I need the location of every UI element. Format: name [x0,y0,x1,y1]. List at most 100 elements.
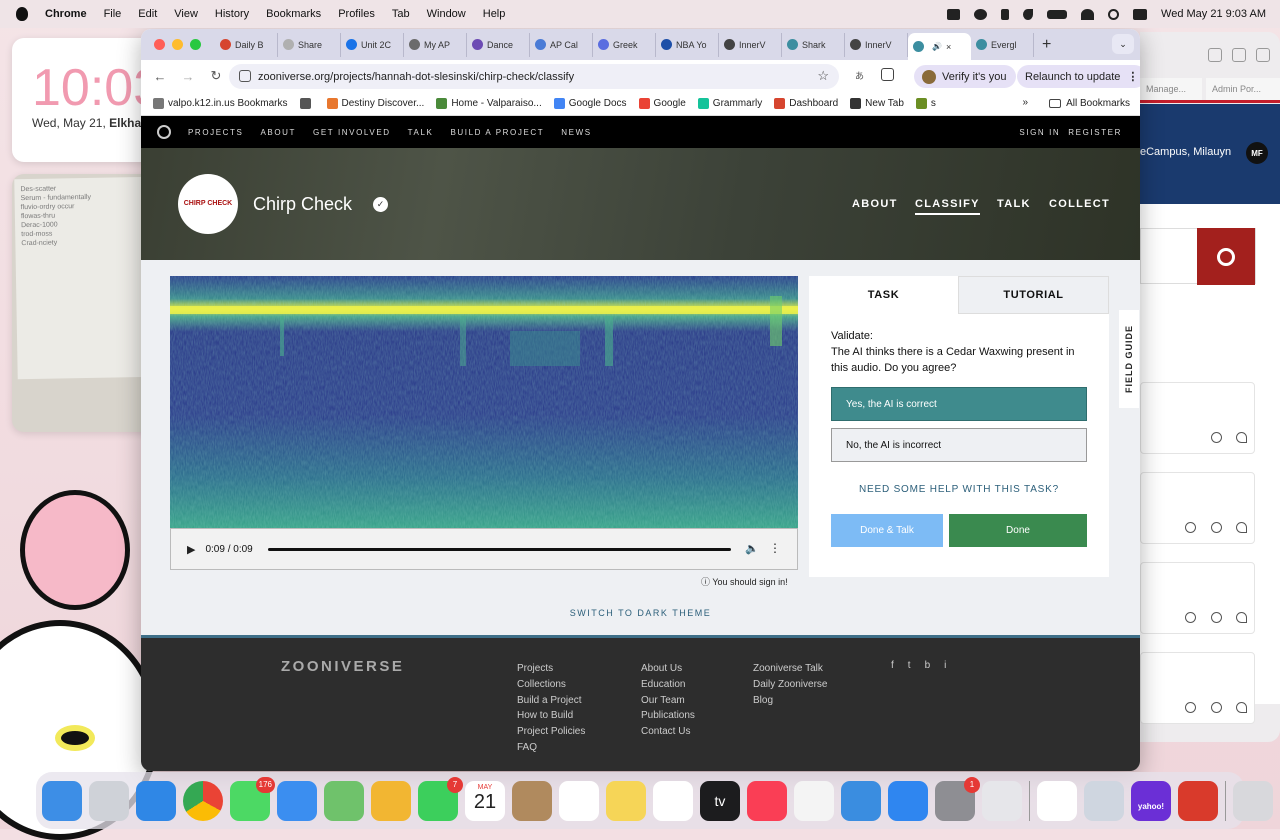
location-icon[interactable] [1185,702,1196,713]
footer-link[interactable]: Contact Us [641,724,695,740]
appstore-icon[interactable] [888,780,928,821]
footer-link[interactable]: About Us [641,661,695,677]
netflix-icon[interactable] [1037,780,1077,821]
calendar-icon[interactable]: MAY 21 [465,780,505,821]
bookmark-item[interactable]: Home - Valparaiso... [436,98,542,109]
messages-icon[interactable]: 176 [230,776,275,821]
footer-logo[interactable]: ZOONIVERSE [281,658,404,675]
menu-bookmarks[interactable]: Bookmarks [266,8,321,20]
nav-build-a-project[interactable]: BUILD A PROJECT [450,128,544,137]
menu-edit[interactable]: Edit [138,8,157,20]
site-info-icon[interactable] [239,70,251,82]
footer-link[interactable]: Projects [517,661,585,677]
close-window-button[interactable] [154,39,165,50]
browser-tab[interactable]: Share [278,32,341,57]
bookmark-item[interactable]: Grammarly [697,98,762,109]
footer-link[interactable]: Project Policies [517,724,585,740]
iphone-mirroring-icon[interactable] [982,780,1022,821]
menu-profiles[interactable]: Profiles [338,8,375,20]
menu-window[interactable]: Window [427,8,466,20]
browser-tab[interactable]: Shark [782,32,845,57]
menu-history[interactable]: History [215,8,249,20]
audio-playing-icon[interactable]: 🔊 [932,42,942,51]
new-tab-button[interactable]: + [1042,36,1051,54]
bg-card[interactable] [1140,472,1255,544]
done-and-talk-button[interactable]: Done & Talk [831,514,943,547]
bookmark-item[interactable]: valpo.k12.in.us Bookmarks [153,98,288,109]
bg-tab[interactable]: Manage... [1140,78,1202,100]
project-nav-about[interactable]: ABOUT [852,198,898,210]
menu-tab[interactable]: Tab [392,8,410,20]
nav-get-involved[interactable]: GET INVOLVED [313,128,391,137]
browser-tab[interactable]: My AP [404,32,467,57]
menu-clock[interactable]: Wed May 21 9:03 AM [1161,8,1266,20]
footer-link[interactable]: How to Build [517,708,585,724]
back-button[interactable]: ← [151,69,169,84]
project-nav-classify[interactable]: CLASSIFY [915,198,980,215]
kebab-menu-icon[interactable]: ⋮ [769,541,781,555]
bookmark-item[interactable]: Destiny Discover... [326,98,424,109]
nav-news[interactable]: NEWS [561,128,591,137]
sign-in-link[interactable]: SIGN IN [1019,128,1060,137]
play-icon[interactable]: ▶ [187,543,195,556]
tab-search-button[interactable]: ⌄ [1112,34,1134,54]
share-icon[interactable] [1208,48,1222,62]
bookmark-star-icon[interactable]: ☆ [817,68,829,84]
bookmark-item[interactable]: New Tab [850,98,904,109]
search-button[interactable] [1197,228,1255,285]
relaunch-button[interactable]: Relaunch to update ⋮ [1017,65,1140,88]
heart-icon[interactable] [1236,612,1247,623]
project-nav-talk[interactable]: TALK [997,198,1031,210]
chrome-icon[interactable] [183,780,223,821]
menu-file[interactable]: File [104,8,122,20]
tv-icon[interactable]: tv [700,780,740,821]
address-bar[interactable]: zooniverse.org/projects/hannah-dot-slesi… [229,64,839,89]
nav-talk[interactable]: TALK [408,128,434,137]
bookmark-item[interactable]: Google Docs [553,98,627,109]
tab-active[interactable]: 🔊 × [908,33,971,60]
location-icon[interactable] [1185,522,1196,533]
heart-icon[interactable] [1236,702,1247,713]
audio-progress-bar[interactable] [268,548,731,551]
plus-icon[interactable] [1232,48,1246,62]
notes-icon[interactable] [606,780,646,821]
browser-tab[interactable]: AP Cal [530,32,593,57]
done-button[interactable]: Done [949,514,1087,547]
bg-card[interactable] [1140,382,1255,454]
menu-app-name[interactable]: Chrome [45,8,87,20]
battery-icon[interactable] [1047,9,1068,19]
keynote-icon[interactable] [841,780,881,821]
info-icon[interactable] [1211,702,1222,713]
volume-icon[interactable]: 🔈 [745,542,759,555]
launchpad-icon[interactable] [89,780,129,821]
dark-theme-toggle[interactable]: SWITCH TO DARK THEME [141,608,1140,618]
contacts-icon[interactable] [512,780,552,821]
close-tab-icon[interactable]: × [946,42,951,52]
footer-link[interactable]: Build a Project [517,693,585,709]
verify-profile-button[interactable]: Verify it's you [914,65,1017,88]
heart-icon[interactable] [1236,432,1247,443]
tab-tutorial[interactable]: TUTORIAL [958,276,1109,314]
heart-icon[interactable] [1236,522,1247,533]
background-browser-window[interactable]: Manage... Admin Por... eCampus, Milauyn … [1140,32,1280,742]
project-nav-collect[interactable]: COLLECT [1049,198,1110,210]
menu-help[interactable]: Help [483,8,506,20]
answer-yes-button[interactable]: Yes, the AI is correct [831,387,1087,421]
photos-icon[interactable] [371,780,411,821]
info-icon[interactable] [1211,612,1222,623]
footer-link[interactable]: Collections [517,677,585,693]
kebab-menu-icon[interactable]: ⋮ [1127,70,1138,83]
browser-tab[interactable]: Greek [593,32,656,57]
reload-button[interactable]: ↻ [207,68,225,84]
zooniverse-logo-icon[interactable] [157,125,171,139]
browser-tab[interactable]: Dance [467,32,530,57]
bg-card[interactable] [1140,652,1255,724]
answer-no-button[interactable]: No, the AI is incorrect [831,428,1087,462]
info-icon[interactable] [1211,522,1222,533]
bookmark-item[interactable]: Dashboard [774,98,838,109]
accessibility-icon[interactable] [1001,8,1010,20]
settings-icon[interactable]: 1 [935,776,980,821]
spotlight-search-icon[interactable] [1108,8,1120,20]
instagram-icon[interactable]: i [944,660,946,671]
focus-moon-icon[interactable] [1023,8,1034,20]
